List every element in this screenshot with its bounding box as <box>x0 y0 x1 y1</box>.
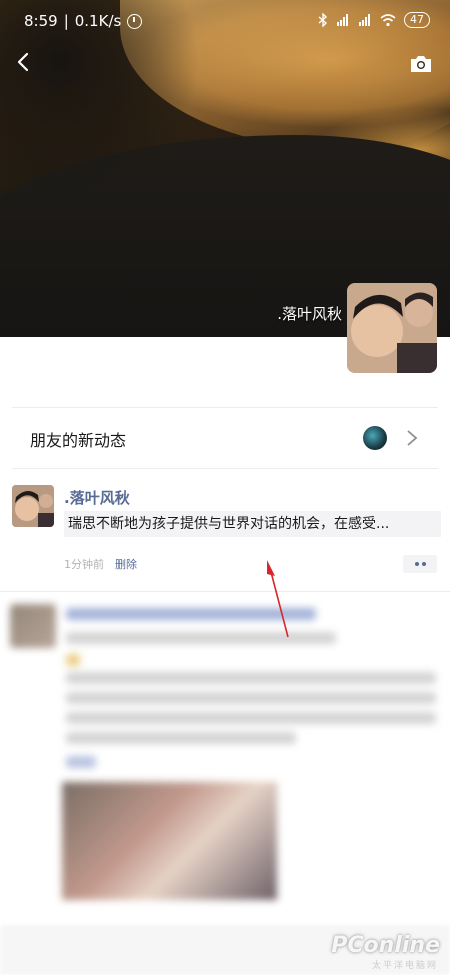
post-timestamp: 1分钟前 <box>64 558 104 571</box>
avatar-photo-icon <box>347 283 437 373</box>
back-arrow-icon[interactable] <box>14 52 34 72</box>
blurred-text-line <box>66 692 436 704</box>
post-avatar-photo-icon <box>12 485 54 527</box>
friends-updates-row[interactable]: 朋友的新动态 <box>12 407 438 469</box>
post-shared-link[interactable]: 瑞思不断地为孩子提供与世界对话的机会，在感受... <box>64 511 441 537</box>
chevron-right-icon <box>407 430 418 446</box>
blurred-photo <box>62 782 277 900</box>
camera-icon[interactable] <box>409 54 433 74</box>
signal-icon-2 <box>359 14 370 26</box>
moment-post: .落叶风秋 瑞思不断地为孩子提供与世界对话的机会，在感受... 1分钟前 删除 <box>0 467 450 591</box>
battery-indicator: 47 <box>404 12 430 28</box>
bluetooth-icon <box>318 13 328 27</box>
blurred-text-line <box>66 712 436 724</box>
blurred-text-line <box>66 672 436 684</box>
post-avatar[interactable] <box>12 485 54 527</box>
wifi-icon <box>380 13 396 26</box>
status-left: 8:59 | 0.1K/s <box>24 12 143 30</box>
status-separator: | <box>63 12 69 30</box>
post-delete-link[interactable]: 删除 <box>115 556 137 572</box>
post-more-button[interactable] <box>403 555 437 573</box>
blurred-avatar <box>10 604 56 648</box>
status-bar: 8:59 | 0.1K/s 47 <box>0 0 450 44</box>
blurred-emoji <box>66 654 80 666</box>
blurred-name <box>66 608 316 620</box>
blurred-next-post <box>0 592 450 975</box>
friends-updates-label: 朋友的新动态 <box>30 431 127 450</box>
cover-username[interactable]: .落叶风秋 <box>277 303 342 324</box>
friend-avatar <box>363 426 387 450</box>
signal-icon <box>337 14 348 26</box>
status-speed: 0.1K/s <box>74 12 122 30</box>
more-dot-icon <box>414 562 419 566</box>
blurred-link <box>66 756 96 768</box>
watermark-subtitle: 太平洋电脑网 <box>371 961 438 971</box>
status-time: 8:59 <box>24 12 58 30</box>
status-right: 47 <box>318 12 430 28</box>
blurred-text-line <box>66 732 296 744</box>
more-dot-icon <box>421 562 426 566</box>
watermark-logo: PConline <box>331 933 440 958</box>
alarm-icon <box>127 13 143 29</box>
profile-avatar[interactable] <box>347 283 437 373</box>
blurred-text-line <box>66 632 336 644</box>
post-author-name[interactable]: .落叶风秋 <box>64 487 130 508</box>
